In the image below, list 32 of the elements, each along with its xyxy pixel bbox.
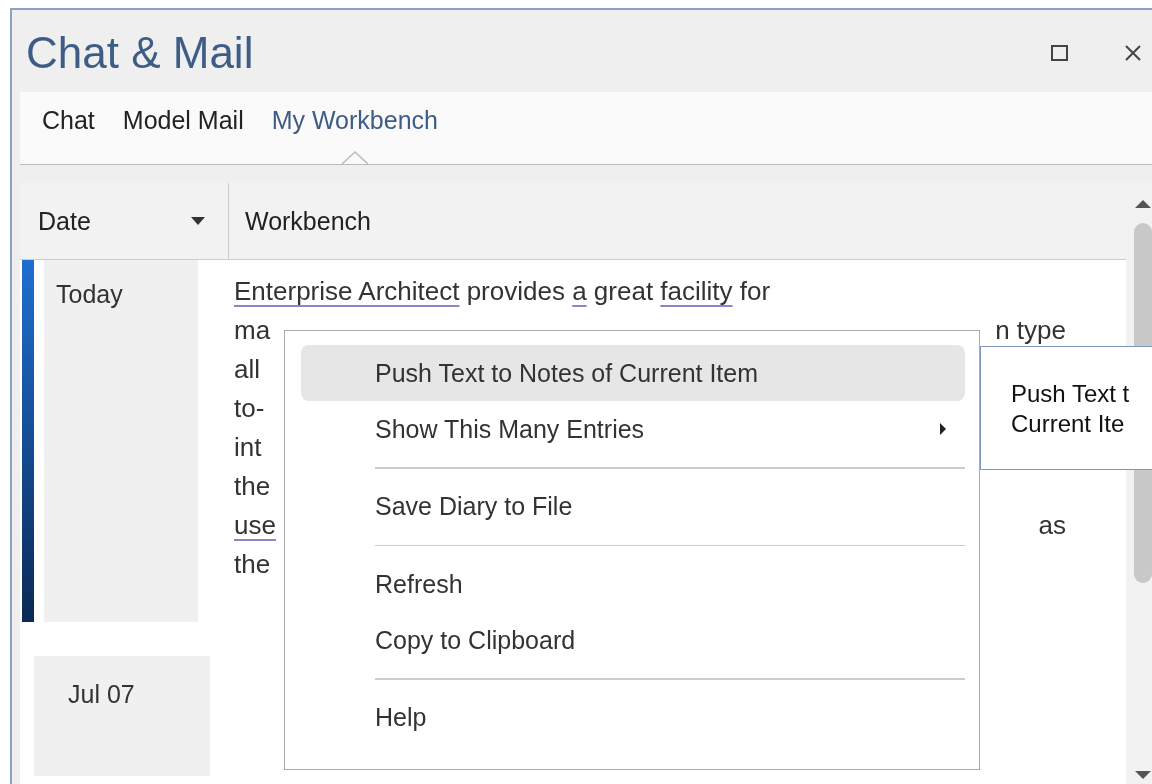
entry-text-fragment: ma: [234, 315, 271, 347]
date-cell[interactable]: Jul 07: [34, 656, 210, 776]
column-header[interactable]: Workbench: [229, 183, 371, 259]
entry-text-fragment: use: [234, 510, 276, 542]
menu-item[interactable]: Show This Many Entries: [301, 401, 965, 457]
entry-text-fragment: int: [234, 432, 262, 464]
entry-text-fragment: Enterprise Architect provides a great facility for: [234, 276, 771, 308]
maximize-icon[interactable]: [1050, 43, 1070, 63]
tooltip-text: Push Text t: [1011, 379, 1131, 409]
entry-text-fragment: as: [1038, 510, 1066, 542]
entry-text-fragment: n type: [995, 315, 1066, 347]
menu-item[interactable]: Push Text to Notes of Current Item: [301, 345, 965, 401]
entry-text-fragment: to-: [234, 393, 265, 425]
entry-text-fragment: all: [234, 354, 260, 386]
date-cell[interactable]: Today: [44, 260, 198, 622]
scroll-down-icon[interactable]: [1134, 770, 1152, 780]
entry-text-fragment: the: [234, 471, 271, 503]
tab[interactable]: My Workbench: [267, 104, 442, 165]
tab[interactable]: Chat: [38, 104, 99, 165]
menu-item[interactable]: Refresh: [301, 556, 965, 612]
column-header[interactable]: Date: [20, 183, 229, 259]
tooltip-text: Current Ite: [1011, 409, 1126, 439]
window-title: Chat & Mail: [26, 28, 254, 78]
tab[interactable]: Model Mail: [118, 104, 248, 165]
menu-item[interactable]: Save Diary to File: [301, 478, 965, 535]
dropdown-caret-icon: [190, 216, 206, 226]
close-icon[interactable]: [1124, 44, 1142, 62]
submenu-arrow-icon: [939, 422, 947, 436]
menu-item[interactable]: Help: [301, 689, 965, 746]
scroll-up-icon[interactable]: [1134, 199, 1152, 209]
menu-item[interactable]: Copy to Clipboard: [301, 612, 965, 668]
entry-text-fragment: the: [234, 549, 271, 581]
